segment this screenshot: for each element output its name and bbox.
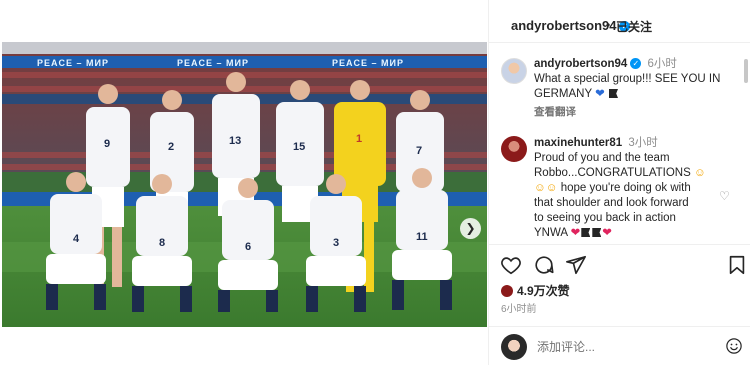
comments-scrollbar[interactable] [744,59,748,83]
comment-text: YNWA [534,227,568,239]
avatar[interactable] [501,58,527,84]
comment-text: hope you're doing ok with [560,182,691,194]
emoji-picker-icon[interactable] [725,337,743,355]
post-time: 6小时前 [501,304,537,315]
shirt-number: 13 [229,135,241,147]
comment-text: Robbo...CONGRATULATIONS [534,167,691,179]
banner-text-3: PEACE – МИР [332,58,404,68]
comment-text: to seeing you back in action [534,212,676,224]
save-bookmark-icon[interactable] [726,254,748,276]
like-heart-icon[interactable] [500,254,522,276]
like-count-text[interactable]: 4.9万次赞 [517,284,570,298]
like-count[interactable]: 4.9万次赞 [501,282,570,298]
add-comment-input[interactable] [537,338,687,356]
header-username[interactable]: andyrobertson94 ✓ [511,18,631,33]
red-heart-icon: ❤ [602,227,612,239]
comment-text: Proud of you and the team [534,152,670,164]
shirt-number: 2 [168,141,174,153]
comment-bubble-icon[interactable] [533,254,555,276]
shirt-number: 9 [104,138,110,150]
header-separator: • [606,18,611,32]
see-translation-link[interactable]: 查看翻译 [534,104,576,119]
caption: andyrobertson94 ✓ 6小时 What a special grou… [534,57,734,102]
black-flag-icon [609,89,618,98]
comment-text: What a special group!!! SEE YOU IN [534,73,721,85]
shirt-number: 8 [159,237,165,249]
shirt-number: 6 [245,241,251,253]
smiling-face-icon: ☺ [693,167,706,179]
shirt-number: 7 [416,145,422,157]
post-photo[interactable]: PEACE – МИР PEACE – МИР PEACE – МИР 9 2 [2,42,487,327]
shirt-number: 15 [293,141,305,153]
banner-text-2: PEACE – МИР [177,58,249,68]
comment-text: GERMANY [534,88,592,100]
action-bar [489,244,750,284]
comment-time: 3小时 [628,137,658,149]
smiling-face-icon: ☺ [534,182,546,194]
following-button[interactable]: 已关注 [616,18,652,35]
comments-list[interactable]: andyrobertson94 ✓ 6小时 What a special grou… [489,44,750,242]
chevron-right-icon: ❯ [465,221,476,235]
liker-avatar [501,285,513,297]
comment: maxinehunter81 3小时 Proud of you and the … [534,136,734,241]
shirt-number: 1 [356,133,362,145]
avatar [501,334,527,360]
team-photo-image: PEACE – МИР PEACE – МИР PEACE – МИР 9 2 [2,42,487,327]
header-username-text[interactable]: andyrobertson94 [511,18,616,33]
black-flag-icon [592,228,602,237]
add-comment-row [489,326,750,365]
next-photo-button[interactable]: ❯ [460,218,481,239]
post-header: andyrobertson94 ✓ • 已关注 [489,0,750,43]
post-side-panel: andyrobertson94 ✓ • 已关注 andyrobertson94 ✓ … [488,0,750,365]
comment-time: 6小时 [647,58,677,70]
shirt-number: 11 [416,231,428,243]
smiling-face-icon: ☺ [545,182,558,194]
comment-username[interactable]: maxinehunter81 [534,137,622,149]
shirt-number: 3 [333,237,339,249]
blue-heart-icon: ❤ [595,88,605,100]
banner-text-1: PEACE – МИР [37,58,109,68]
comment-text: that shoulder and look forward [534,197,689,209]
avatar[interactable] [501,136,527,162]
like-comment-heart-icon[interactable]: ♡ [719,189,730,203]
comment-username[interactable]: andyrobertson94 [534,58,627,70]
shirt-number: 4 [73,233,80,245]
verified-badge-icon: ✓ [630,58,642,69]
share-paper-plane-icon[interactable] [565,254,587,276]
black-flag-icon [581,228,591,237]
red-heart-icon: ❤ [570,227,581,239]
